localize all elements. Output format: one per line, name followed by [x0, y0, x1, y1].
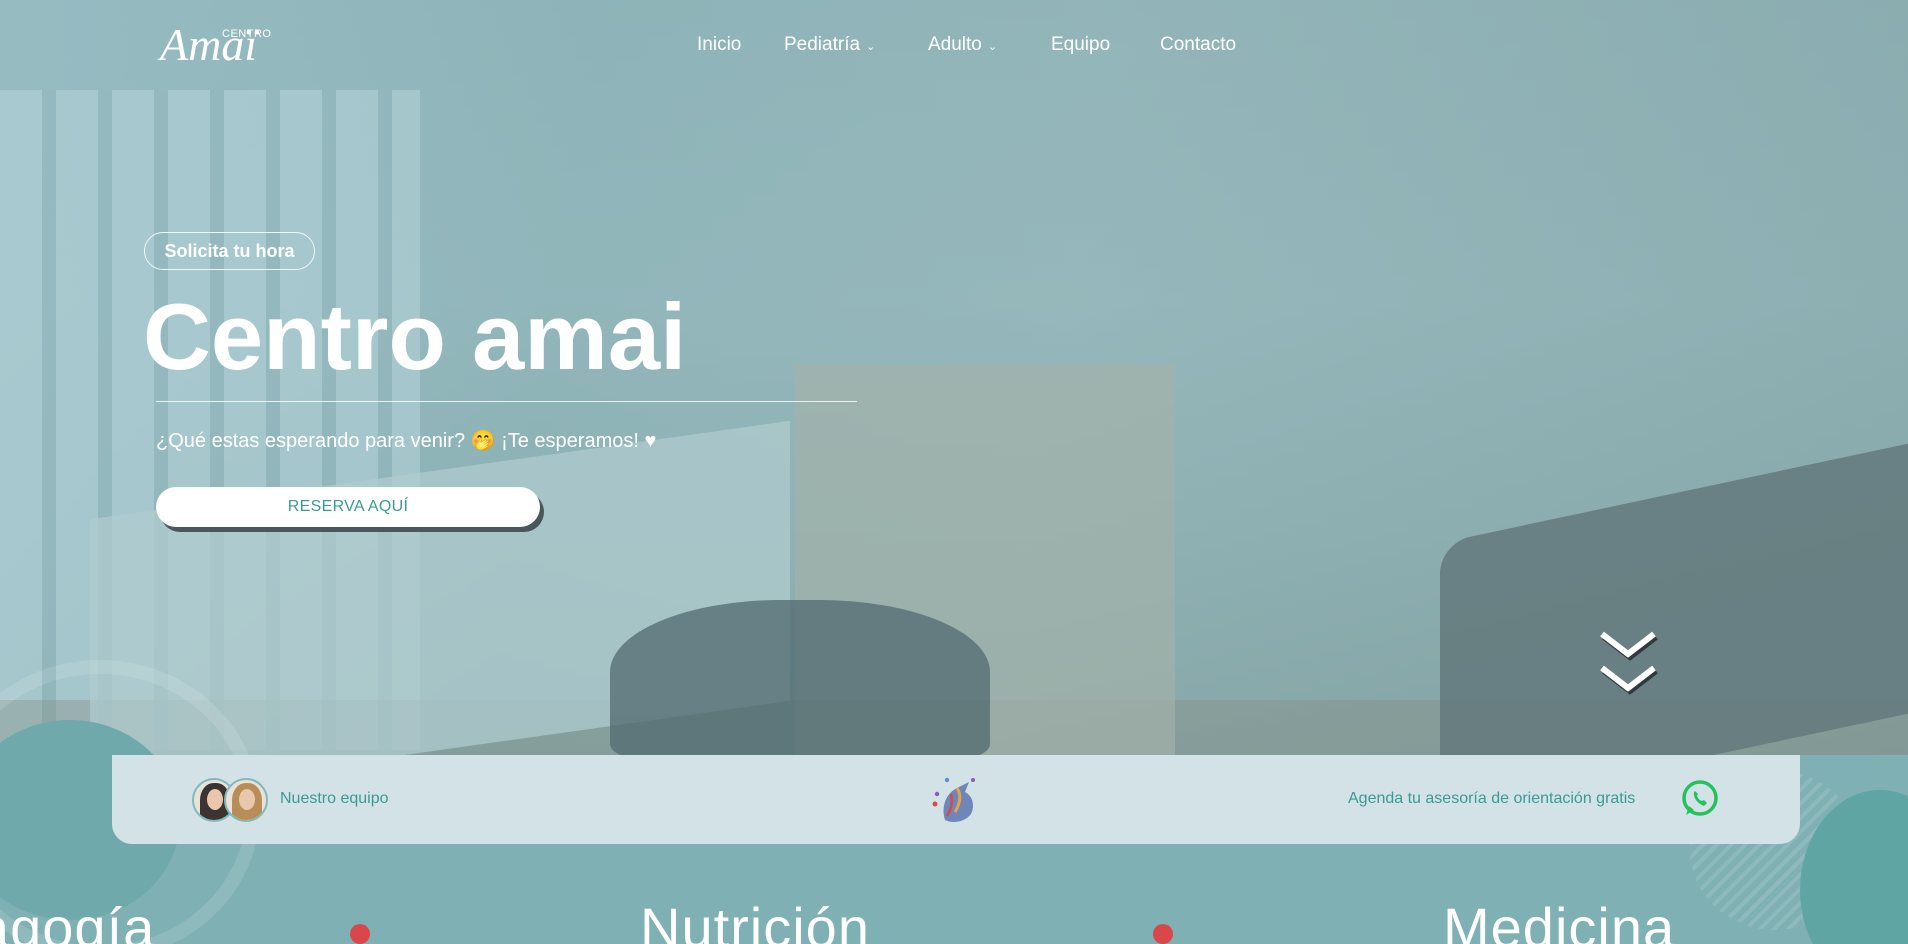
nav-item-pediatria[interactable]: Pediatría ⌄	[784, 34, 875, 56]
avatar	[224, 778, 268, 822]
hero-divider	[156, 401, 857, 402]
nav-item-label: Equipo	[1051, 34, 1111, 55]
request-appointment-pill[interactable]: Solicita tu hora	[144, 232, 315, 270]
service-item[interactable]: Nutrición	[640, 900, 870, 944]
double-chevron-down-icon[interactable]	[1598, 628, 1658, 704]
nav-item-label: Contacto	[1160, 34, 1237, 55]
nav-item-label: Inicio	[697, 34, 742, 55]
chevron-down-icon: ⌄	[866, 41, 876, 53]
nav-item-label: Pediatría	[784, 34, 861, 55]
nav-item-equipo[interactable]: Equipo	[1051, 34, 1110, 56]
nav-item-label: Adulto	[928, 34, 982, 55]
reserve-button[interactable]: RESERVA AQUÍ	[156, 487, 540, 527]
hero-section: CENTRO Amaï Inicio Pediatría ⌄ Adulto ⌄ Eq…	[0, 0, 1908, 755]
separator-dot	[1153, 924, 1173, 944]
nav-item-inicio[interactable]: Inicio	[697, 34, 741, 56]
separator-dot	[350, 924, 370, 944]
unicorn-logo-icon	[932, 777, 975, 822]
service-item[interactable]: agogía	[0, 900, 155, 944]
nav-item-contacto[interactable]: Contacto	[1160, 34, 1236, 56]
service-item[interactable]: Medicina	[1443, 900, 1675, 944]
team-avatars[interactable]	[192, 778, 270, 822]
nav-item-adulto[interactable]: Adulto ⌄	[928, 34, 997, 56]
info-bar: Nuestro equipo Agenda tu asesoría de ori…	[112, 755, 1800, 844]
hero-subtitle: ¿Qué estas esperando para venir? 🤭 ¡Te e…	[156, 430, 657, 452]
hero-title: Centro amai	[143, 284, 687, 389]
our-team-link[interactable]: Nuestro equipo	[280, 790, 389, 808]
services-marquee: agogía Nutrición Medicina	[0, 890, 1908, 944]
whatsapp-icon[interactable]	[1680, 779, 1720, 819]
free-advice-link[interactable]: Agenda tu asesoría de orientación gratis	[1348, 790, 1635, 808]
chevron-down-icon: ⌄	[987, 41, 998, 53]
logo-small-text: CENTRO	[222, 28, 272, 40]
site-logo[interactable]: CENTRO Amaï	[160, 22, 271, 68]
